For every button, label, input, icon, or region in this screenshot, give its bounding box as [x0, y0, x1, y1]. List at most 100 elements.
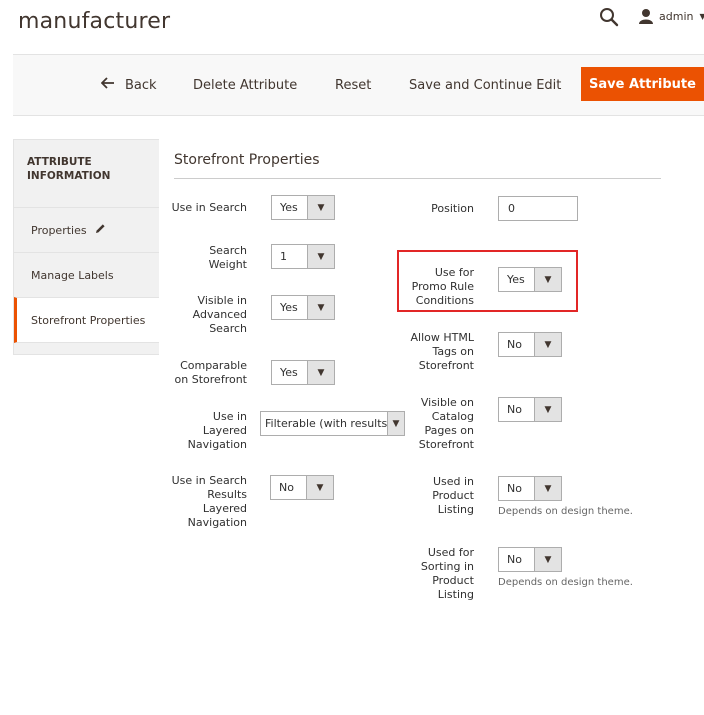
field-label: Use in Search Results Layered Navigation	[160, 474, 247, 530]
select-value: Yes	[280, 201, 298, 214]
label-line: Search	[209, 244, 247, 257]
field-note: Depends on design theme.	[498, 577, 633, 588]
label-line: Navigation	[187, 516, 247, 529]
tabs-heading: ATTRIBUTE INFORMATION	[27, 155, 110, 183]
back-label: Back	[125, 77, 157, 93]
field-label: Position	[390, 202, 474, 216]
use-in-layered-navigation-select[interactable]: Filterable (with results) ▼	[260, 411, 405, 436]
tab-label: Manage Labels	[31, 268, 114, 282]
save-and-continue-button[interactable]: Save and Continue Edit	[409, 55, 561, 115]
select-value: No	[507, 403, 522, 416]
field-label: Comparable on Storefront	[160, 359, 247, 387]
use-in-search-results-layered-navigation-select[interactable]: No ▼	[270, 475, 334, 500]
comparable-on-storefront-select[interactable]: Yes ▼	[271, 360, 335, 385]
label-line: Weight	[208, 258, 247, 271]
select-value: Yes	[280, 301, 298, 314]
visible-in-advanced-search-select[interactable]: Yes ▼	[271, 295, 335, 320]
field-label: Used for Sorting in Product Listing	[390, 546, 474, 602]
select-value: Yes	[507, 273, 525, 286]
chevron-down-icon: ▼	[699, 11, 704, 21]
select-value: No	[507, 553, 522, 566]
label-line: Catalog	[431, 410, 474, 423]
label-line: Use in Search	[171, 201, 247, 214]
chevron-down-icon: ▼	[534, 398, 561, 421]
chevron-down-icon: ▼	[307, 245, 334, 268]
tab-storefront-properties[interactable]: Storefront Properties	[14, 297, 159, 343]
save-attribute-button[interactable]: Save Attribute	[581, 67, 704, 101]
field-label: Search Weight	[160, 244, 247, 272]
label-line: Use for	[434, 266, 474, 279]
use-for-promo-rule-conditions-select[interactable]: Yes ▼	[498, 267, 562, 292]
field-label: Allow HTML Tags on Storefront	[390, 331, 474, 373]
chevron-down-icon: ▼	[307, 196, 334, 219]
attribute-information-tabs: ATTRIBUTE INFORMATION Properties Manage …	[13, 139, 159, 355]
search-icon[interactable]	[598, 6, 620, 28]
field-label: Visible on Catalog Pages on Storefront	[390, 396, 474, 452]
label-line: Sorting in	[420, 560, 474, 573]
field-label: Visible in Advanced Search	[160, 294, 247, 336]
label-line: Search	[209, 322, 247, 335]
label-line: Used in	[432, 475, 474, 488]
label-line: Advanced	[192, 308, 247, 321]
delete-attribute-button[interactable]: Delete Attribute	[193, 55, 297, 115]
tab-label: Properties	[31, 223, 87, 237]
chevron-down-icon: ▼	[306, 476, 333, 499]
tab-label: Storefront Properties	[31, 313, 146, 327]
reset-button[interactable]: Reset	[335, 55, 371, 115]
used-in-product-listing-select[interactable]: No ▼	[498, 476, 562, 501]
field-label: Use in Search	[160, 201, 247, 215]
select-value: Yes	[280, 366, 298, 379]
select-value: 1	[280, 250, 287, 263]
label-line: Pages on	[424, 424, 474, 437]
label-line: Listing	[437, 503, 474, 516]
section-title: Storefront Properties	[174, 152, 320, 168]
chevron-down-icon: ▼	[534, 477, 561, 500]
chevron-down-icon: ▼	[307, 296, 334, 319]
search-weight-select[interactable]: 1 ▼	[271, 244, 335, 269]
user-icon	[639, 8, 653, 24]
label-line: Used for	[427, 546, 474, 559]
chevron-down-icon: ▼	[534, 548, 561, 571]
field-label: Use in Layered Navigation	[160, 410, 247, 452]
label-line: on Storefront	[174, 373, 247, 386]
label-line: Promo Rule	[411, 280, 474, 293]
select-value: No	[507, 338, 522, 351]
position-input[interactable]	[498, 196, 578, 221]
chevron-down-icon: ▼	[534, 268, 561, 291]
back-button[interactable]: Back	[100, 55, 157, 115]
select-value: No	[507, 482, 522, 495]
use-in-search-select[interactable]: Yes ▼	[271, 195, 335, 220]
chevron-down-icon: ▼	[534, 333, 561, 356]
used-for-sorting-select[interactable]: No ▼	[498, 547, 562, 572]
allow-html-tags-select[interactable]: No ▼	[498, 332, 562, 357]
select-value: Filterable (with results)	[265, 417, 387, 430]
label-line: Results	[207, 488, 247, 501]
label-line: Navigation	[187, 438, 247, 451]
label-line: Tags on	[432, 345, 474, 358]
tabs-heading-line: INFORMATION	[27, 170, 111, 182]
select-value: No	[279, 481, 294, 494]
field-label: Use for Promo Rule Conditions	[390, 266, 474, 308]
pencil-icon	[95, 223, 106, 237]
field-label: Used in Product Listing	[390, 475, 474, 517]
label-line: Allow HTML	[410, 331, 474, 344]
label-line: Visible in	[197, 294, 247, 307]
tab-properties[interactable]: Properties	[14, 207, 159, 252]
page-actions-bar: Back Delete Attribute Reset Save and Con…	[13, 54, 704, 116]
label-line: Storefront	[418, 359, 474, 372]
tab-manage-labels[interactable]: Manage Labels	[14, 252, 159, 297]
field-note: Depends on design theme.	[498, 506, 633, 517]
label-line: Layered	[202, 424, 247, 437]
label-line: Product	[432, 489, 474, 502]
label-line: Listing	[437, 588, 474, 601]
label-line: Use in	[212, 410, 247, 423]
user-name: admin	[659, 9, 694, 23]
label-line: Storefront	[418, 438, 474, 451]
chevron-down-icon: ▼	[307, 361, 334, 384]
label-line: Use in Search	[171, 474, 247, 487]
visible-on-catalog-pages-select[interactable]: No ▼	[498, 397, 562, 422]
page-title: manufacturer	[18, 9, 171, 34]
label-line: Layered	[202, 502, 247, 515]
label-line: Product	[432, 574, 474, 587]
user-menu[interactable]: admin ▼	[639, 7, 704, 25]
